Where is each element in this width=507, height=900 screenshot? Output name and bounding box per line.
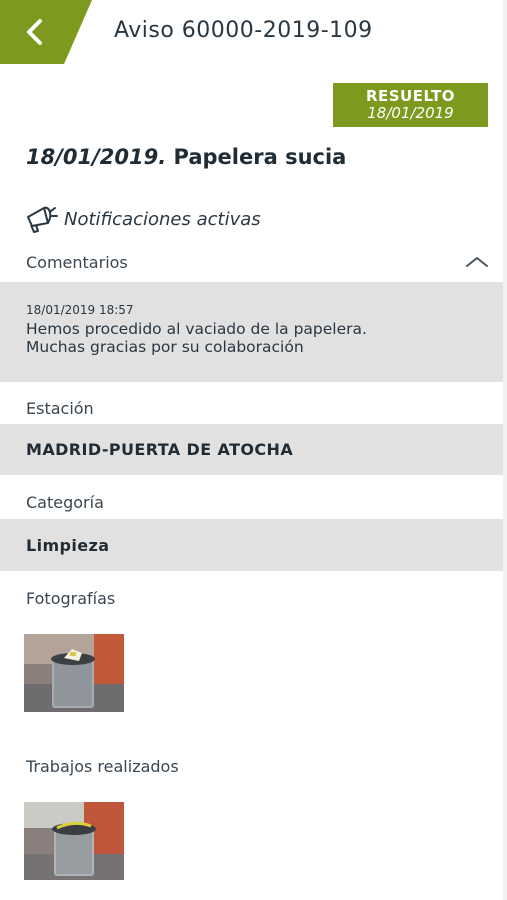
back-button-background	[0, 0, 92, 64]
page-title: 18/01/2019. Papelera sucia	[26, 145, 346, 169]
photo-thumbnail-icon	[24, 634, 124, 712]
collapse-comments-button[interactable]	[462, 252, 492, 272]
comments-label: Comentarios	[26, 253, 128, 272]
work-photo-thumbnail[interactable]	[24, 802, 124, 880]
photo-thumbnail-icon	[24, 802, 124, 880]
station-value: MADRID-PUERTA DE ATOCHA	[26, 440, 294, 459]
station-value-box: MADRID-PUERTA DE ATOCHA	[0, 424, 507, 475]
status-date: 18/01/2019	[367, 104, 454, 122]
header-title: Aviso 60000-2019-109	[114, 18, 373, 43]
megaphone-icon	[27, 206, 58, 233]
status-label: RESUELTO	[365, 87, 456, 105]
scroll-edge	[503, 0, 507, 900]
incident-date: 18/01/2019.	[26, 145, 167, 169]
incident-title: Papelera sucia	[173, 145, 347, 169]
comment-item: 18/01/2019 18:57 Hemos procedido al vaci…	[0, 282, 507, 382]
photos-label: Fotografías	[26, 589, 116, 608]
category-label: Categoría	[26, 493, 104, 512]
comment-timestamp: 18/01/2019 18:57	[26, 303, 134, 317]
category-value-box: Limpieza	[0, 519, 507, 571]
works-label: Trabajos realizados	[26, 757, 179, 776]
notifications-label: Notificaciones activas	[64, 208, 261, 230]
status-badge: RESUELTO 18/01/2019	[333, 83, 488, 127]
comment-text: Hemos procedido al vaciado de la papeler…	[26, 320, 367, 356]
incident-detail-screen: Aviso 60000-2019-109 RESUELTO 18/01/2019…	[0, 0, 507, 900]
back-button[interactable]	[0, 0, 92, 64]
chevron-up-icon	[466, 257, 488, 267]
station-label: Estación	[26, 399, 94, 418]
category-value: Limpieza	[26, 536, 110, 555]
header: Aviso 60000-2019-109	[0, 0, 507, 64]
photo-thumbnail[interactable]	[24, 634, 124, 712]
notifications-toggle[interactable]: Notificaciones activas	[24, 204, 261, 234]
